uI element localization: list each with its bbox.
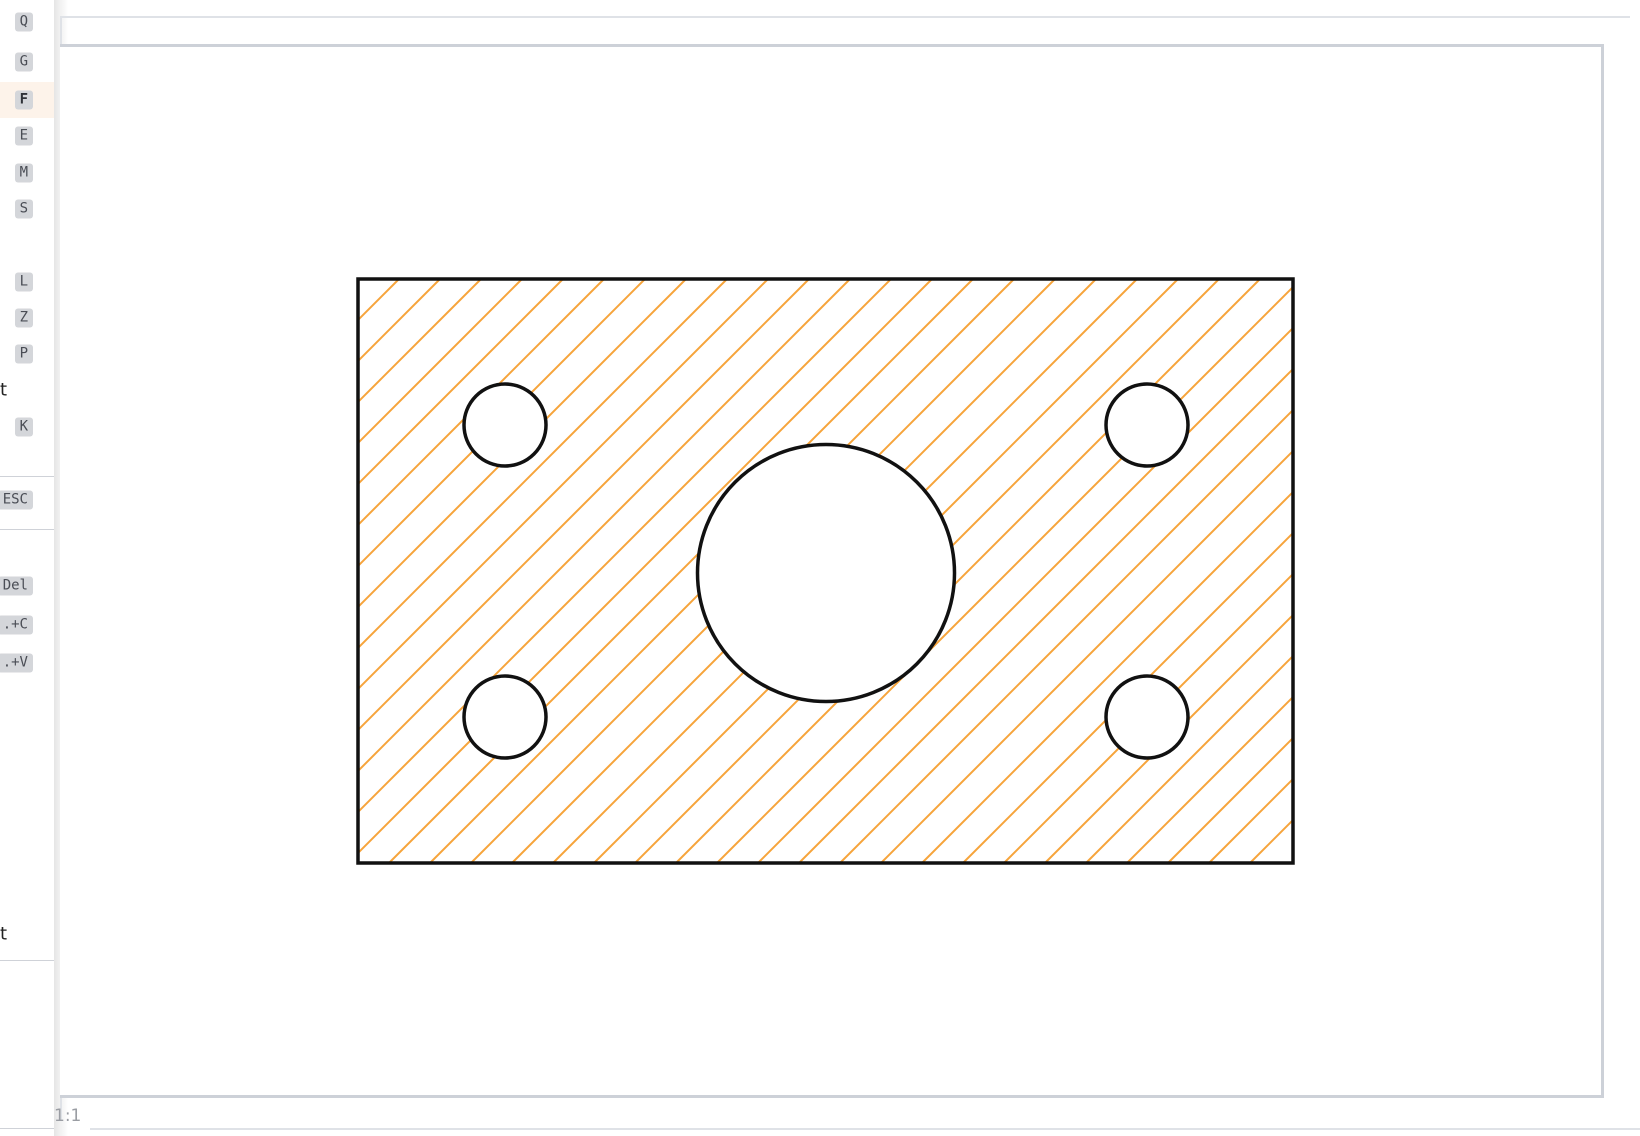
hatch-line — [358, 279, 564, 863]
hatch-line — [1208, 279, 1293, 863]
hatch-line — [1332, 279, 1640, 863]
cad-app: Q G F E M S L Z P t K ESC Del .+C .+V t … — [0, 0, 1640, 1136]
hatch-line — [1085, 279, 1293, 863]
hatch-line — [358, 279, 523, 863]
hatch-line — [358, 279, 400, 863]
hatch-line — [358, 279, 441, 863]
drawing-canvas[interactable] — [0, 0, 1640, 1136]
corner-hole-top-left[interactable] — [462, 382, 548, 468]
corner-hole-bottom-right[interactable] — [1104, 674, 1190, 760]
hatch-line — [358, 279, 359, 863]
hatch-line — [1290, 279, 1293, 863]
corner-hole-bottom-left[interactable] — [462, 674, 548, 760]
corner-hole-top-right[interactable] — [1104, 382, 1190, 468]
hatch-line — [1126, 279, 1293, 863]
hatch-line — [358, 279, 482, 863]
center-hole[interactable] — [695, 442, 957, 704]
zoom-level-indicator: 1:1 — [54, 1106, 82, 1126]
hatch-line — [1249, 279, 1293, 863]
hatch-line — [1167, 279, 1293, 863]
